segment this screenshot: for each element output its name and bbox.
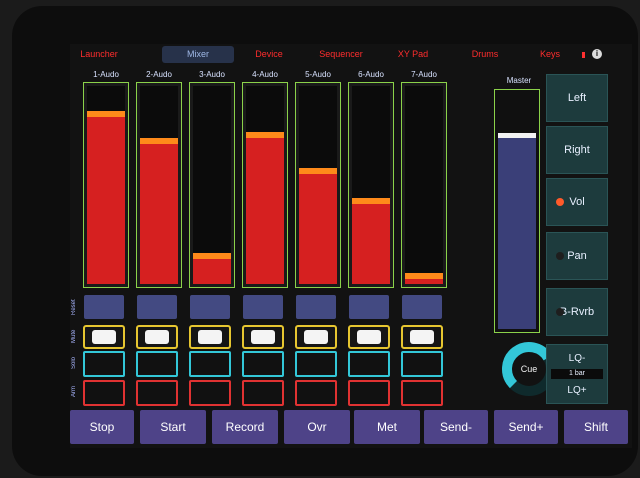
b-rvrb-led-icon — [556, 308, 564, 316]
info-icon[interactable]: i — [592, 49, 602, 59]
mute-button[interactable] — [136, 325, 178, 349]
solo-button[interactable] — [83, 351, 125, 377]
channel-fader[interactable] — [242, 82, 288, 288]
record-button[interactable]: Record — [212, 410, 278, 444]
mute-led — [145, 330, 169, 344]
solo-button[interactable] — [136, 351, 178, 377]
send-minus-button[interactable]: Send- — [424, 410, 488, 444]
channel-fader[interactable] — [189, 82, 235, 288]
channel-label: 4-Audo — [252, 70, 278, 79]
right-button[interactable]: Right — [546, 126, 608, 174]
lq-value: 1 bar — [551, 369, 603, 379]
master-fader[interactable] — [494, 89, 540, 333]
overdub-button[interactable]: Ovr — [284, 410, 350, 444]
mute-button[interactable] — [348, 325, 390, 349]
arm-button[interactable] — [242, 380, 284, 406]
tab-sequencer[interactable]: Sequencer — [308, 46, 374, 63]
arm-row-label: Arm — [71, 386, 77, 398]
battery-icon — [582, 52, 585, 58]
mute-led — [304, 330, 328, 344]
tab-bar: Launcher Mixer Device Sequencer XY Pad D… — [70, 44, 632, 64]
mute-led — [251, 330, 275, 344]
arm-button[interactable] — [83, 380, 125, 406]
start-button[interactable]: Start — [140, 410, 206, 444]
reset-button[interactable] — [190, 295, 230, 319]
lq-plus-button[interactable]: LQ+ — [547, 385, 607, 396]
solo-button[interactable] — [189, 351, 231, 377]
arm-button[interactable] — [401, 380, 443, 406]
mute-led — [92, 330, 116, 344]
channel-label: 5-Audo — [305, 70, 331, 79]
channel-label: 6-Audo — [358, 70, 384, 79]
reset-button[interactable] — [349, 295, 389, 319]
reset-button[interactable] — [84, 295, 124, 319]
stop-button[interactable]: Stop — [70, 410, 134, 444]
tab-mixer[interactable]: Mixer — [162, 46, 234, 63]
solo-button[interactable] — [295, 351, 337, 377]
tab-drums[interactable]: Drums — [452, 46, 518, 63]
lq-minus-button[interactable]: LQ- — [547, 353, 607, 364]
channel-fader[interactable] — [295, 82, 341, 288]
mute-led — [410, 330, 434, 344]
solo-button[interactable] — [242, 351, 284, 377]
reset-button[interactable] — [296, 295, 336, 319]
channel-fader[interactable] — [348, 82, 394, 288]
solo-button[interactable] — [401, 351, 443, 377]
channel-label: 2-Audo — [146, 70, 172, 79]
reset-button[interactable] — [243, 295, 283, 319]
solo-button[interactable] — [348, 351, 390, 377]
channel-label: 3-Audo — [199, 70, 225, 79]
reset-button[interactable] — [402, 295, 442, 319]
mute-button[interactable] — [242, 325, 284, 349]
tab-device[interactable]: Device — [236, 46, 302, 63]
solo-row-label: Solo — [71, 357, 77, 370]
mute-row-label: Mute — [71, 329, 77, 343]
reset-button[interactable] — [137, 295, 177, 319]
mute-button[interactable] — [295, 325, 337, 349]
shift-button[interactable]: Shift — [564, 410, 628, 444]
left-button[interactable]: Left — [546, 74, 608, 122]
mute-led — [198, 330, 222, 344]
arm-button[interactable] — [348, 380, 390, 406]
arm-button[interactable] — [295, 380, 337, 406]
channel-label: 7-Audo — [411, 70, 437, 79]
metronome-button[interactable]: Met — [354, 410, 420, 444]
mixer-screen: Launcher Mixer Device Sequencer XY Pad D… — [70, 44, 632, 448]
channel-fader[interactable] — [136, 82, 182, 288]
channel-label: 1-Audo — [93, 70, 119, 79]
mute-button[interactable] — [401, 325, 443, 349]
mute-led — [357, 330, 381, 344]
vol-led-icon — [556, 198, 564, 206]
tab-launcher[interactable]: Launcher — [74, 46, 124, 63]
tablet-device: Launcher Mixer Device Sequencer XY Pad D… — [12, 6, 638, 476]
channel-fader[interactable] — [401, 82, 447, 288]
arm-button[interactable] — [189, 380, 231, 406]
mute-button[interactable] — [83, 325, 125, 349]
pan-led-icon — [556, 252, 564, 260]
send-plus-button[interactable]: Send+ — [494, 410, 558, 444]
channel-fader[interactable] — [83, 82, 129, 288]
arm-button[interactable] — [136, 380, 178, 406]
mute-button[interactable] — [189, 325, 231, 349]
tab-xy-pad[interactable]: XY Pad — [380, 46, 446, 63]
launch-quantize-control: LQ- 1 bar LQ+ — [546, 344, 608, 404]
reset-row-label: Reset — [71, 299, 77, 315]
tab-keys[interactable]: Keys — [524, 46, 576, 63]
master-label: Master — [506, 76, 532, 85]
